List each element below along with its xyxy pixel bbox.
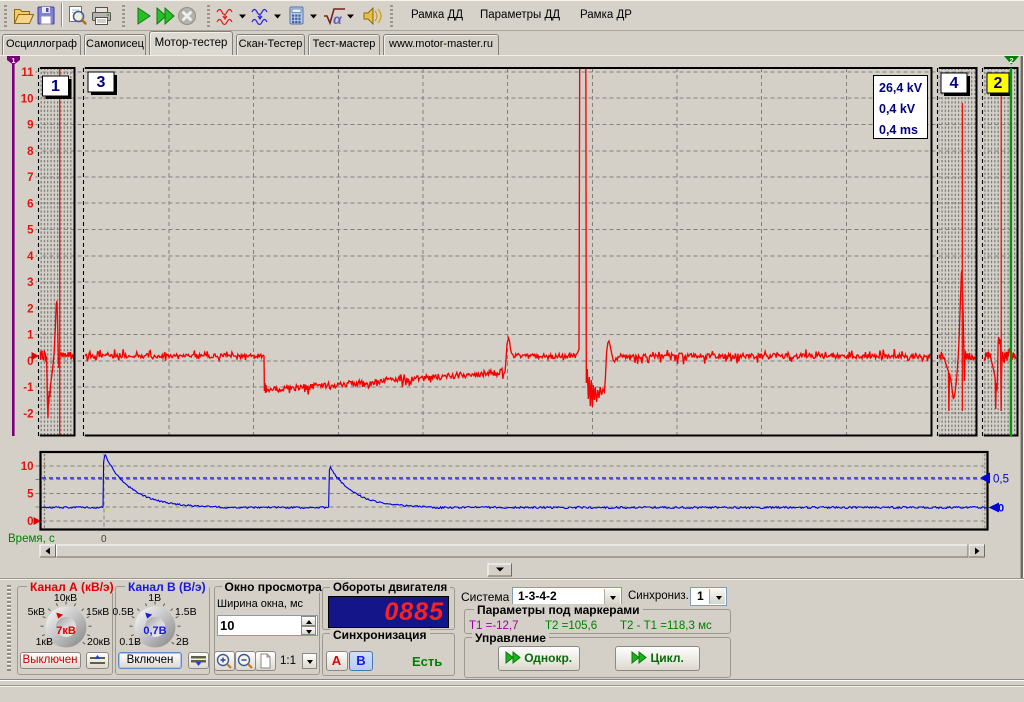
svg-text:1: 1 — [27, 330, 34, 342]
svg-text:3: 3 — [97, 74, 106, 91]
svg-text:-2: -2 — [23, 408, 33, 420]
svg-text:7: 7 — [27, 172, 33, 184]
svg-text:5: 5 — [27, 225, 34, 237]
svg-text:4: 4 — [950, 75, 959, 92]
svg-text:10: 10 — [21, 94, 34, 106]
svg-text:1: 1 — [51, 78, 60, 95]
svg-text:0,4 kV: 0,4 kV — [879, 102, 916, 116]
svg-text:8: 8 — [27, 146, 34, 158]
svg-text:9: 9 — [27, 120, 33, 132]
svg-text:7кВ: 7кВ — [56, 625, 76, 637]
svg-text:0,5: 0,5 — [993, 474, 1009, 486]
svg-text:0,4 ms: 0,4 ms — [879, 123, 918, 137]
svg-text:0,7В: 0,7В — [143, 625, 166, 637]
svg-text:2: 2 — [27, 303, 33, 315]
svg-text:0: 0 — [27, 516, 33, 528]
svg-text:2: 2 — [994, 75, 1003, 92]
svg-text:4: 4 — [27, 251, 34, 263]
svg-text:26,4 kV: 26,4 kV — [879, 81, 923, 95]
svg-text:5: 5 — [27, 488, 34, 500]
svg-text:α: α — [333, 11, 343, 27]
svg-text:Время, с: Время, с — [8, 533, 55, 545]
svg-text:3: 3 — [27, 277, 33, 289]
svg-text:2: 2 — [1009, 56, 1013, 65]
svg-text:-1: -1 — [23, 382, 34, 394]
svg-text:10: 10 — [21, 461, 34, 473]
svg-text:0: 0 — [101, 534, 107, 545]
svg-text:11: 11 — [21, 67, 34, 79]
svg-text:6: 6 — [27, 198, 33, 210]
svg-text:1: 1 — [12, 58, 16, 65]
svg-text:0: 0 — [998, 503, 1004, 515]
